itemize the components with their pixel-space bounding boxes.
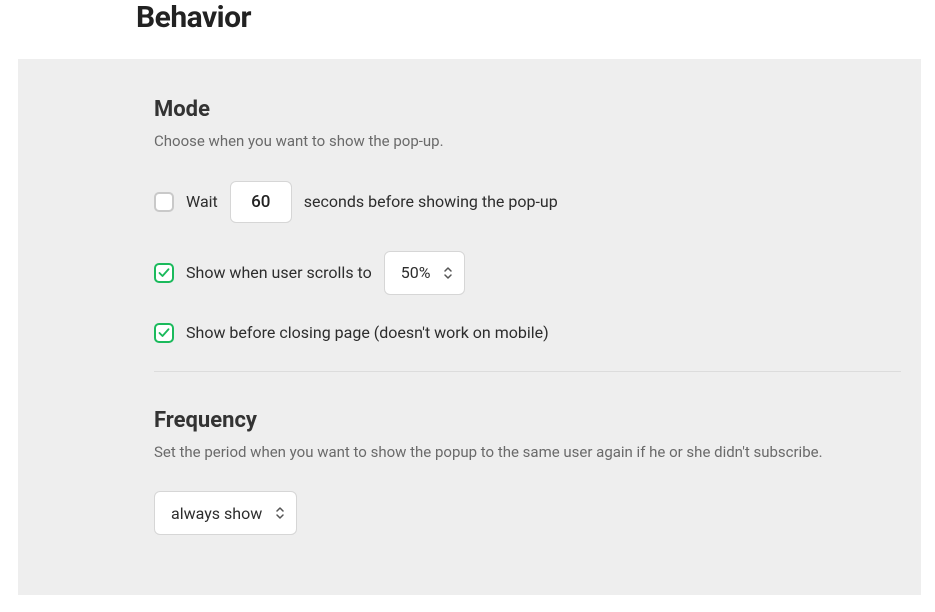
mode-heading: Mode [154, 97, 921, 122]
wait-label-after: seconds before showing the pop-up [304, 192, 558, 211]
check-icon [158, 267, 170, 279]
exit-label: Show before closing page (doesn't work o… [186, 323, 549, 342]
page-title: Behavior [136, 0, 935, 35]
mode-description: Choose when you want to show the pop-up. [154, 130, 921, 153]
frequency-heading: Frequency [154, 408, 921, 433]
wait-label-before: Wait [186, 192, 218, 211]
scroll-percent-select-wrap: 50% [384, 251, 466, 295]
section-divider [154, 371, 901, 372]
scroll-percent-select[interactable]: 50% [384, 251, 466, 295]
frequency-section: Frequency Set the period when you want t… [154, 408, 921, 536]
scroll-label: Show when user scrolls to [186, 263, 372, 282]
mode-section: Mode Choose when you want to show the po… [154, 97, 921, 343]
frequency-description: Set the period when you want to show the… [154, 441, 921, 464]
frequency-select-wrap: always show [154, 491, 297, 535]
check-icon [158, 327, 170, 339]
scroll-option-row: Show when user scrolls to 50% [154, 251, 921, 295]
frequency-select[interactable]: always show [154, 491, 297, 535]
wait-seconds-input[interactable] [230, 181, 292, 223]
wait-option-row: Wait seconds before showing the pop-up [154, 181, 921, 223]
exit-checkbox[interactable] [154, 323, 174, 343]
wait-checkbox[interactable] [154, 192, 174, 212]
scroll-checkbox[interactable] [154, 263, 174, 283]
behavior-panel: Mode Choose when you want to show the po… [18, 59, 921, 595]
exit-option-row: Show before closing page (doesn't work o… [154, 323, 921, 343]
